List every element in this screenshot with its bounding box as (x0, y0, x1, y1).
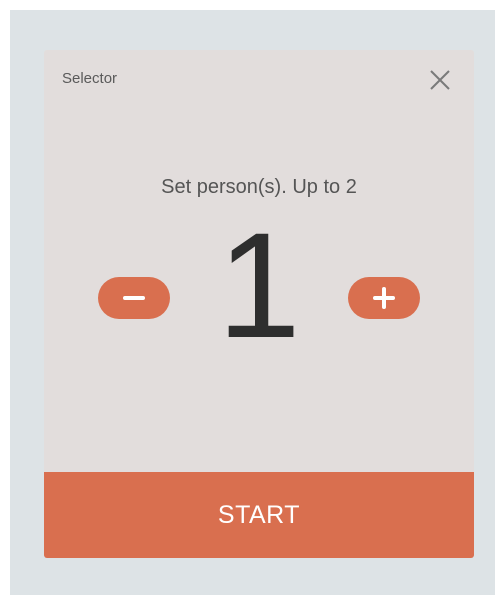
increment-button[interactable] (348, 277, 420, 319)
close-icon (430, 70, 450, 90)
minus-icon (123, 296, 145, 300)
person-count-value: 1 (217, 201, 301, 369)
dialog-title: Selector (62, 70, 118, 87)
screen-background: Selector Set person(s). Up to 2 1 START (10, 10, 495, 595)
plus-icon (373, 287, 395, 309)
close-button[interactable] (426, 66, 454, 94)
person-count-prompt: Set person(s). Up to 2 (161, 176, 357, 198)
decrement-button[interactable] (98, 277, 170, 319)
start-button[interactable]: START (44, 472, 474, 558)
selector-dialog: Selector Set person(s). Up to 2 1 START (44, 50, 474, 558)
